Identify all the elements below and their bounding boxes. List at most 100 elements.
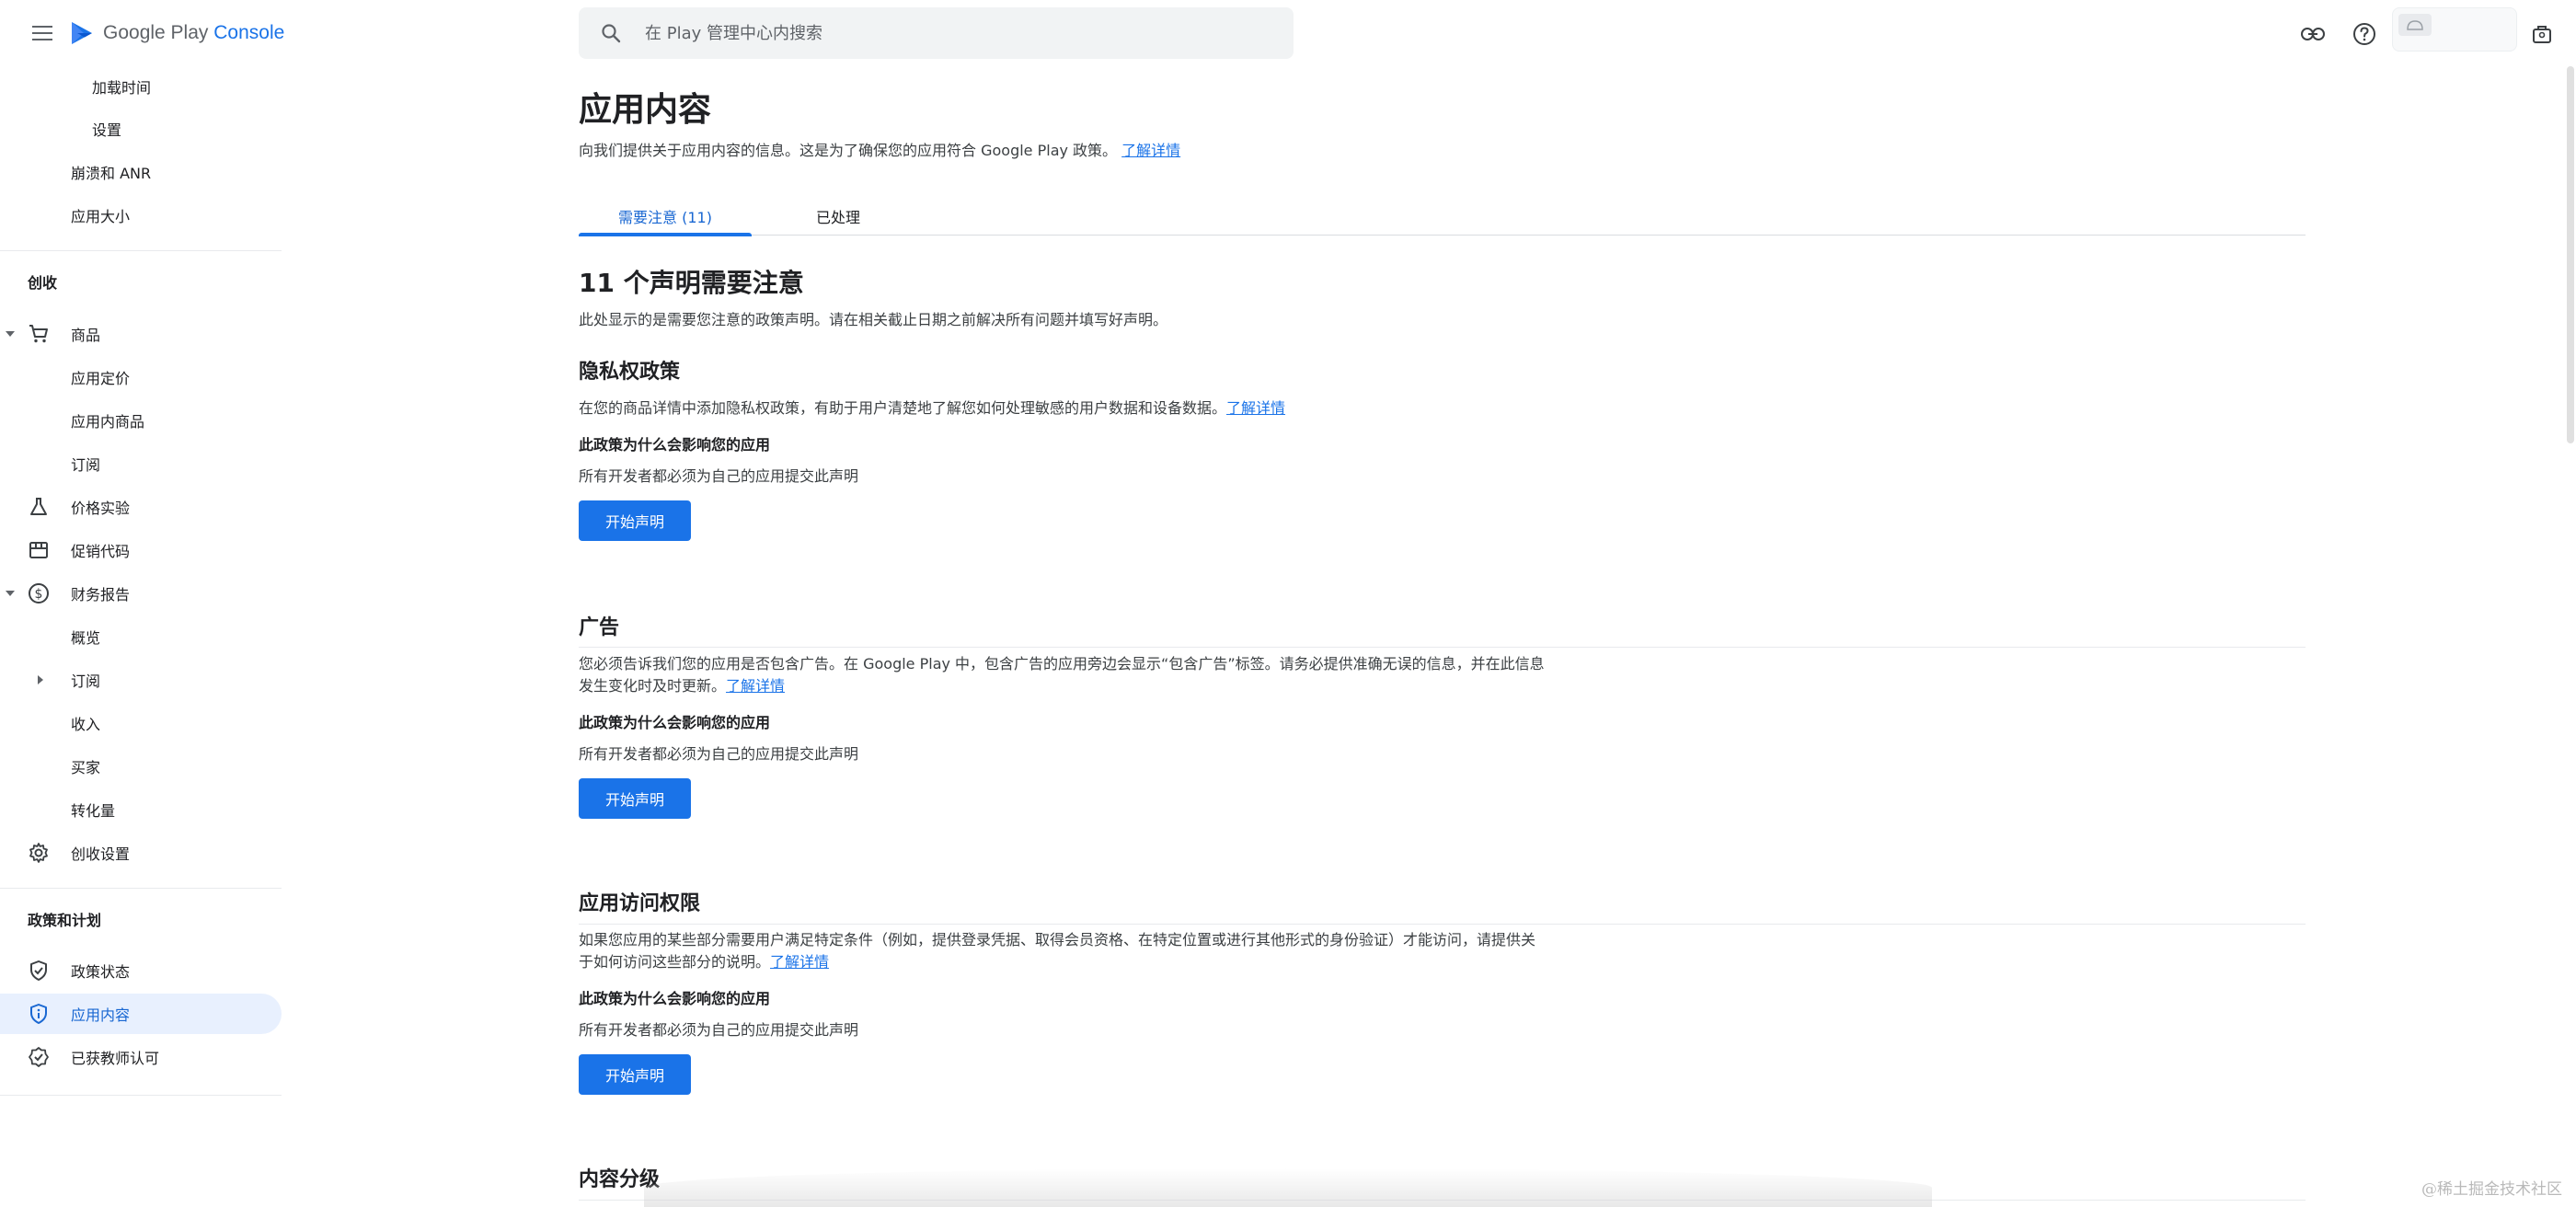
search-icon bbox=[601, 23, 621, 43]
declaration-privacy-policy: 隐私权政策 在您的商品详情中添加隐私权政策，有助于用户清楚地了解您如何处理敏感的… bbox=[579, 355, 2306, 648]
top-app-bar: Google Play Console bbox=[0, 0, 2576, 66]
sidebar-item-label: 应用大小 bbox=[71, 208, 131, 225]
developer-account-switcher[interactable] bbox=[2392, 7, 2517, 52]
shield-check-icon bbox=[28, 960, 50, 982]
sidebar-item-label: 应用内商品 bbox=[71, 413, 145, 431]
shield-info-icon bbox=[28, 1003, 50, 1025]
android-icon bbox=[2398, 14, 2432, 36]
declaration-description: 在您的商品详情中添加隐私权政策，有助于用户清楚地了解您如何处理敏感的用户数据和设… bbox=[579, 399, 1286, 417]
sidebar-item-settings[interactable]: 设置 bbox=[0, 109, 282, 149]
declaration-ads: 广告 您必须告诉我们您的应用是否包含广告。在 Google Play 中，包含广… bbox=[579, 611, 2306, 925]
gear-icon bbox=[28, 842, 50, 864]
play-console-logo[interactable]: Google Play Console bbox=[68, 17, 284, 50]
sidebar-item-label: 订阅 bbox=[71, 672, 101, 690]
play-console-logo-icon bbox=[68, 19, 96, 47]
affect-title: 此政策为什么会影响您的应用 bbox=[579, 436, 771, 454]
sidebar-divider bbox=[0, 888, 282, 889]
sidebar-item-label: 价格实验 bbox=[71, 500, 131, 517]
watermark: @稀土掘金技术社区 bbox=[2421, 1180, 2562, 1199]
sidebar-item-buyers[interactable]: 买家 bbox=[0, 746, 282, 787]
caret-down-icon[interactable] bbox=[3, 586, 17, 601]
sidebar-item-teacher-approved[interactable]: 已获教师认可 bbox=[0, 1037, 282, 1077]
sidebar-item-overview[interactable]: 概览 bbox=[0, 616, 282, 657]
affect-text: 所有开发者都必须为自己的应用提交此声明 bbox=[579, 1021, 859, 1039]
affect-text: 所有开发者都必须为自己的应用提交此声明 bbox=[579, 745, 859, 763]
cart-icon bbox=[28, 323, 50, 345]
scrollbar-thumb[interactable] bbox=[2567, 66, 2574, 443]
flask-icon bbox=[28, 496, 50, 518]
sidebar-item-financial-reports[interactable]: $ 财务报告 bbox=[0, 573, 282, 614]
sidebar-item-label: 应用定价 bbox=[71, 370, 131, 387]
sidebar-item-label: 财务报告 bbox=[71, 586, 131, 604]
sidebar-item-label: 加载时间 bbox=[92, 79, 152, 97]
sidebar-item-label: 创收设置 bbox=[71, 845, 131, 863]
learn-more-link[interactable]: 了解详情 bbox=[726, 677, 785, 695]
sidebar-item-label: 已获教师认可 bbox=[71, 1050, 160, 1067]
declaration-title: 隐私权政策 bbox=[579, 361, 681, 384]
caret-right-icon[interactable] bbox=[33, 672, 48, 687]
declaration-title: 应用访问权限 bbox=[579, 892, 701, 915]
sidebar-item-app-content[interactable]: 应用内容 bbox=[0, 994, 282, 1034]
sidebar-item-label: 政策状态 bbox=[71, 963, 131, 981]
sidebar-item-revenue[interactable]: 收入 bbox=[0, 703, 282, 743]
sidebar-item-in-app-products[interactable]: 应用内商品 bbox=[0, 400, 282, 441]
search-box[interactable] bbox=[579, 7, 1294, 59]
affect-title: 此政策为什么会影响您的应用 bbox=[579, 714, 771, 731]
sidebar-item-price-experiments[interactable]: 价格实验 bbox=[0, 487, 282, 527]
declaration-app-access: 应用访问权限 如果您应用的某些部分需要用户满足特定条件（例如，提供登录凭据、取得… bbox=[579, 887, 2306, 1201]
sidebar-item-crashes-anr[interactable]: 崩溃和 ANR bbox=[0, 152, 282, 192]
store-icon bbox=[28, 539, 50, 561]
learn-more-link[interactable]: 了解详情 bbox=[770, 953, 829, 971]
link-icon[interactable] bbox=[2295, 17, 2330, 52]
dollar-icon: $ bbox=[28, 582, 50, 604]
section-monetize: 创收 bbox=[28, 274, 58, 292]
start-declaration-button[interactable]: 开始声明 bbox=[579, 500, 691, 541]
tab-actioned[interactable]: 已处理 bbox=[752, 197, 925, 236]
badge-check-icon bbox=[28, 1046, 50, 1068]
section-policy-programs: 政策和计划 bbox=[28, 912, 102, 929]
sidebar-item-label: 商品 bbox=[71, 327, 101, 344]
page-title: 应用内容 bbox=[579, 91, 712, 129]
sidebar-item-label: 设置 bbox=[92, 121, 122, 139]
start-declaration-button[interactable]: 开始声明 bbox=[579, 778, 691, 819]
sidebar-item-app-size[interactable]: 应用大小 bbox=[0, 195, 282, 236]
declaration-title: 广告 bbox=[579, 616, 620, 639]
sidebar-item-label: 应用内容 bbox=[71, 1006, 131, 1024]
sidebar-item-load-time[interactable]: 加载时间 bbox=[0, 66, 282, 107]
account-icon[interactable] bbox=[2524, 17, 2559, 52]
sidebar-item-financial-subscriptions[interactable]: 订阅 bbox=[0, 660, 282, 700]
caret-down-icon[interactable] bbox=[3, 327, 17, 341]
issues-description: 此处显示的是需要您注意的政策声明。请在相关截止日期之前解决所有问题并填写好声明。 bbox=[579, 311, 1168, 328]
declaration-description: 您必须告诉我们您的应用是否包含广告。在 Google Play 中，包含广告的应… bbox=[579, 655, 1545, 695]
search-input[interactable] bbox=[645, 23, 1234, 43]
sidebar-item-label: 买家 bbox=[71, 759, 101, 776]
sidebar-item-label: 收入 bbox=[71, 716, 101, 733]
declaration-description: 如果您应用的某些部分需要用户满足特定条件（例如，提供登录凭据、取得会员资格、在特… bbox=[579, 931, 1536, 971]
menu-icon[interactable] bbox=[24, 17, 61, 50]
brand-name: Google Play Console bbox=[103, 22, 285, 43]
sidebar-item-label: 订阅 bbox=[71, 456, 101, 474]
learn-more-link[interactable]: 了解详情 bbox=[1226, 399, 1285, 417]
tab-bar: 需要注意 (11) 已处理 bbox=[579, 197, 2306, 236]
sidebar-divider bbox=[0, 250, 282, 251]
affect-title: 此政策为什么会影响您的应用 bbox=[579, 990, 771, 1007]
issues-heading: 11 个声明需要注意 bbox=[579, 268, 804, 298]
help-icon[interactable] bbox=[2347, 17, 2382, 52]
sidebar-item-label: 崩溃和 ANR bbox=[71, 165, 152, 182]
sidebar-nav: 加载时间 设置 崩溃和 ANR 应用大小 创收 商品 应用定价 应用内商品 订阅… bbox=[0, 66, 287, 1207]
affect-text: 所有开发者都必须为自己的应用提交此声明 bbox=[579, 467, 859, 485]
start-declaration-button[interactable]: 开始声明 bbox=[579, 1054, 691, 1095]
page-description: 向我们提供关于应用内容的信息。这是为了确保您的应用符合 Google Play … bbox=[579, 142, 1181, 159]
sidebar-item-label: 促销代码 bbox=[71, 543, 131, 560]
sidebar-item-app-pricing[interactable]: 应用定价 bbox=[0, 357, 282, 397]
sidebar-item-subscriptions[interactable]: 订阅 bbox=[0, 443, 282, 484]
bottom-shadow bbox=[644, 1168, 1932, 1207]
sidebar-divider bbox=[0, 1095, 282, 1096]
sidebar-item-products[interactable]: 商品 bbox=[0, 314, 282, 354]
sidebar-item-policy-status[interactable]: 政策状态 bbox=[0, 950, 282, 991]
sidebar-item-conversions[interactable]: 转化量 bbox=[0, 789, 282, 830]
sidebar-item-promo-codes[interactable]: 促销代码 bbox=[0, 530, 282, 570]
tab-needs-attention[interactable]: 需要注意 (11) bbox=[579, 197, 752, 236]
sidebar-item-monetization-setup[interactable]: 创收设置 bbox=[0, 833, 282, 873]
learn-more-link[interactable]: 了解详情 bbox=[1121, 142, 1180, 159]
